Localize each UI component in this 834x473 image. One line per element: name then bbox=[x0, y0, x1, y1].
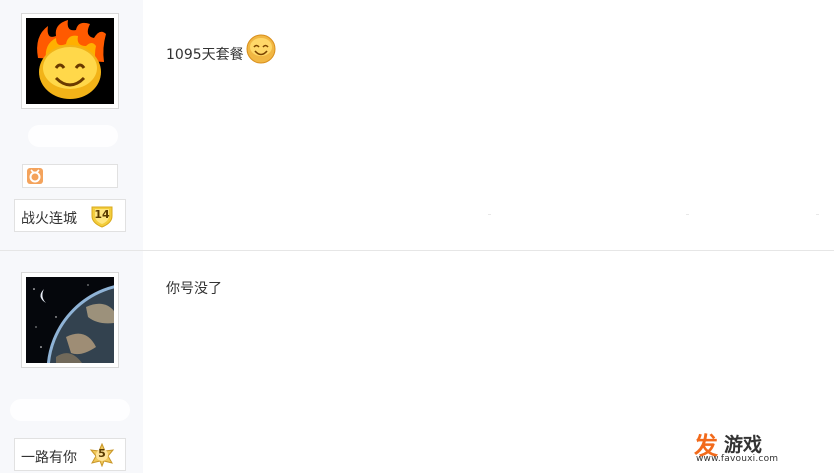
watermark-brand-text: 游戏 bbox=[724, 434, 763, 456]
post-text: 你号没了 bbox=[166, 281, 222, 297]
planet-avatar-image bbox=[26, 277, 114, 363]
avatar[interactable] bbox=[21, 13, 119, 109]
smiley-emoji-icon bbox=[246, 34, 276, 64]
username-placeholder bbox=[28, 125, 118, 147]
post-content: 1095天套餐 bbox=[166, 34, 276, 64]
level-number: 5 bbox=[98, 447, 106, 460]
username-placeholder bbox=[10, 399, 130, 421]
medal-box[interactable] bbox=[22, 164, 118, 188]
level-name: 战火连城 bbox=[21, 211, 77, 227]
user-level-box[interactable]: 一路有你 5 bbox=[14, 438, 126, 471]
watermark-url: www.favouxi.com bbox=[696, 454, 779, 464]
level-star-badge-icon: 5 bbox=[89, 442, 115, 468]
fire-smiley-avatar-image bbox=[26, 18, 114, 104]
medal-icon bbox=[27, 168, 43, 184]
post-text: 1095天套餐 bbox=[166, 47, 244, 63]
user-level-box[interactable]: 战火连城 14 bbox=[14, 199, 126, 232]
post-content: 你号没了 bbox=[166, 278, 222, 298]
level-name: 一路有你 bbox=[21, 450, 77, 466]
level-badge-icon: 14 bbox=[89, 204, 115, 228]
level-number: 14 bbox=[94, 208, 110, 221]
site-watermark-logo: 发 游戏 www.favouxi.com bbox=[694, 426, 784, 468]
avatar[interactable] bbox=[21, 272, 119, 368]
post-1: 战火连城 14 1095天套餐 bbox=[0, 0, 834, 250]
